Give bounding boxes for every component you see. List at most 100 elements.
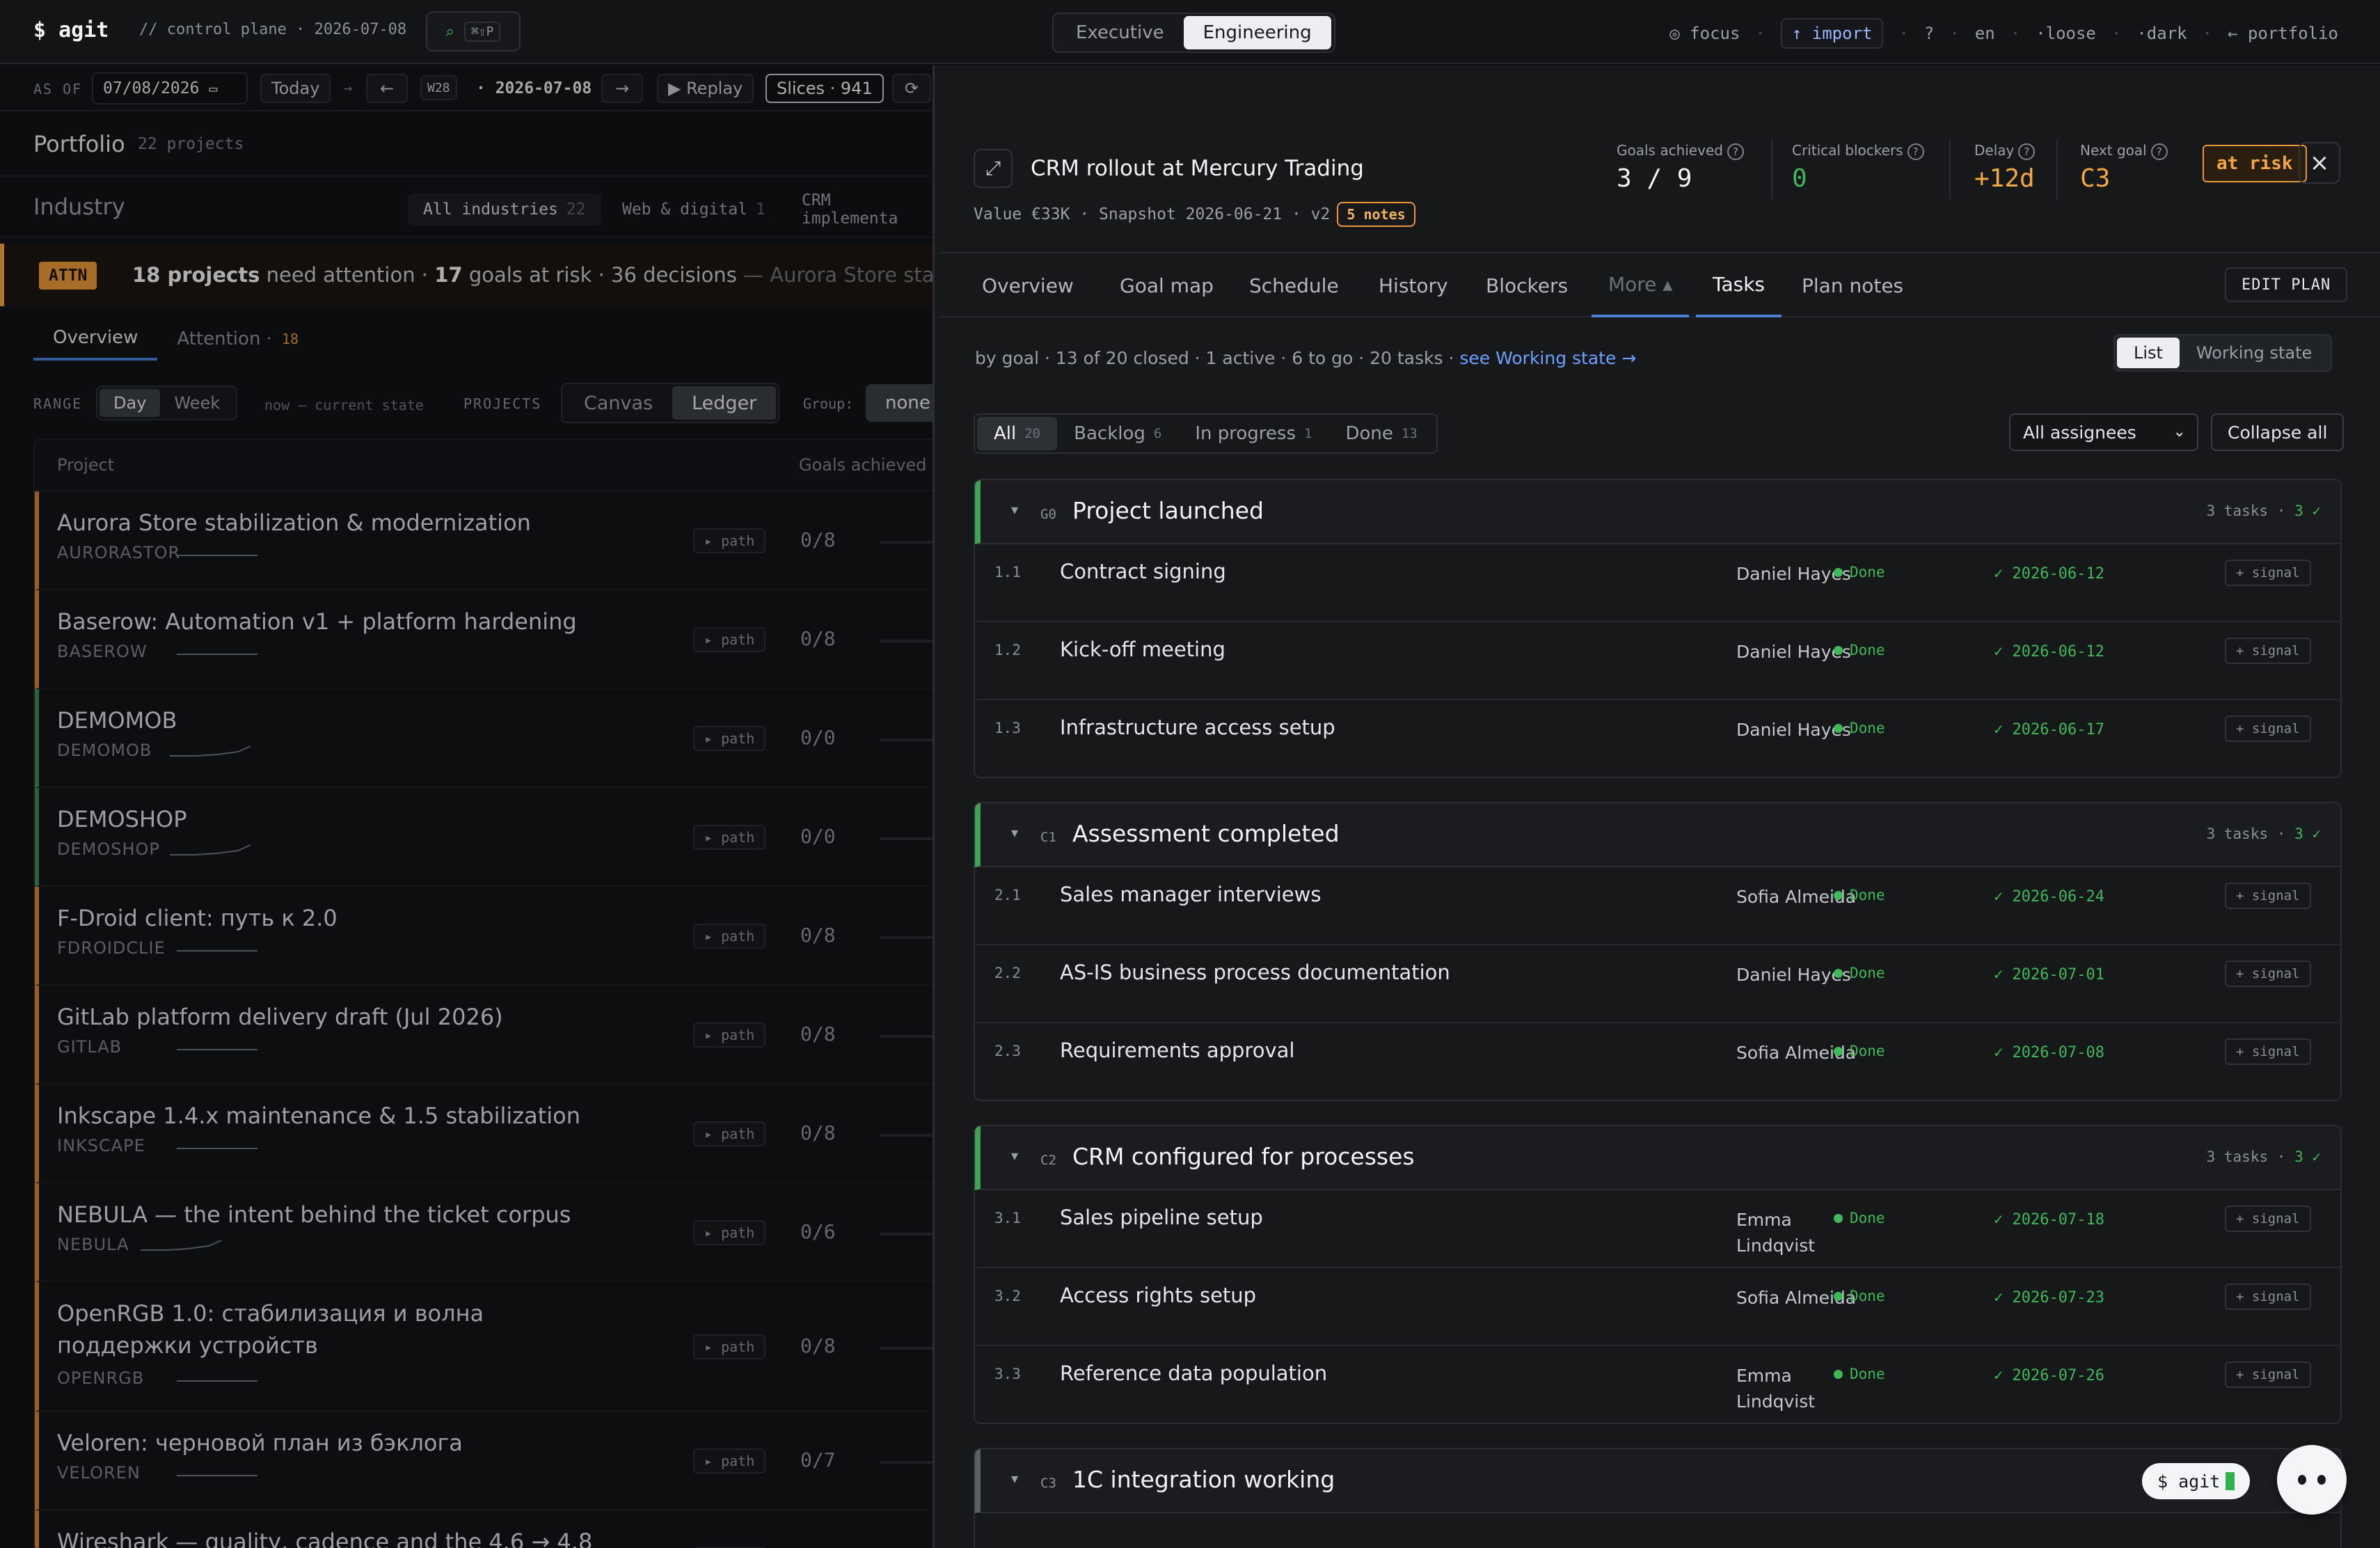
view-ledger[interactable]: Ledger bbox=[672, 386, 777, 420]
path-button[interactable]: ▸ path bbox=[693, 726, 766, 751]
tab-overview[interactable]: Overview bbox=[965, 253, 1090, 317]
goal-header[interactable]: ▾ G0 Project launched 3 tasks · 3 ✓ bbox=[975, 480, 2340, 544]
path-button[interactable]: ▸ path bbox=[693, 528, 766, 553]
language-toggle[interactable]: en bbox=[1975, 24, 1995, 43]
assistant-prompt[interactable]: $ agit bbox=[2142, 1463, 2251, 1499]
tab-goal-map[interactable]: Goal map bbox=[1103, 253, 1230, 317]
add-signal-button[interactable]: + signal bbox=[2225, 883, 2311, 909]
assignee-select[interactable]: All assignees ⌄ bbox=[2009, 413, 2198, 451]
goal-header[interactable]: ▾ C1 Assessment completed 3 tasks · 3 ✓ bbox=[975, 803, 2340, 867]
task-title[interactable]: Requirements approval bbox=[1060, 1038, 1294, 1062]
task-title[interactable]: Infrastructure access setup bbox=[1060, 716, 1335, 739]
path-button[interactable]: ▸ path bbox=[693, 924, 766, 949]
notes-badge[interactable]: 5 notes bbox=[1337, 202, 1415, 227]
task-row[interactable]: 3.1 Sales pipeline setup Emma Lindqvist Don… bbox=[975, 1190, 2340, 1268]
industry-chip-all[interactable]: All industries 22 bbox=[408, 194, 601, 226]
brand-logo[interactable]: $ agit bbox=[33, 18, 109, 42]
focus-toggle[interactable]: ◎ focus bbox=[1669, 24, 1740, 43]
path-button[interactable]: ▸ path bbox=[693, 1334, 766, 1359]
table-row[interactable]: DEMOSHOP DEMOSHOP ▸ path 0/0 bbox=[35, 788, 937, 887]
project-name[interactable]: OpenRGB 1.0: стабилизация и волна поддер… bbox=[57, 1297, 614, 1361]
density-toggle[interactable]: ·loose bbox=[2036, 24, 2096, 43]
path-button[interactable]: ▸ path bbox=[693, 1448, 766, 1474]
path-button[interactable]: ▸ path bbox=[693, 627, 766, 652]
task-row[interactable]: 2.1 Sales manager interviews Sofia Almeida… bbox=[975, 867, 2340, 945]
tab-more[interactable]: More ▴ bbox=[1592, 253, 1690, 317]
collapse-all-button[interactable]: Collapse all bbox=[2211, 413, 2345, 451]
task-title[interactable]: Reference data population bbox=[1060, 1361, 1327, 1385]
task-row[interactable]: 3.2 Access rights setup Sofia Almeida Done ✓… bbox=[975, 1268, 2340, 1346]
project-name[interactable]: Veloren: черновой план из бэклога bbox=[57, 1427, 614, 1459]
add-signal-button[interactable]: + signal bbox=[2225, 1206, 2311, 1232]
path-button[interactable]: ▸ path bbox=[693, 1220, 766, 1245]
tab-schedule[interactable]: Schedule bbox=[1232, 253, 1356, 317]
filter-done[interactable]: Done 13 bbox=[1328, 417, 1434, 450]
industry-chip-web[interactable]: Web & digital 1 bbox=[607, 194, 781, 226]
view-canvas[interactable]: Canvas bbox=[564, 386, 672, 420]
range-day[interactable]: Day bbox=[100, 389, 161, 417]
add-signal-button[interactable]: + signal bbox=[2225, 560, 2311, 586]
path-button[interactable]: ▸ path bbox=[693, 1121, 766, 1146]
task-row[interactable]: 1.1 Contract signing Daniel Hayes Done ✓ 202… bbox=[975, 544, 2340, 622]
project-name[interactable]: DEMOMOB bbox=[57, 704, 614, 736]
close-icon[interactable]: × bbox=[2299, 142, 2340, 184]
project-name[interactable]: DEMOSHOP bbox=[57, 803, 614, 835]
project-name[interactable]: NEBULA — the intent behind the ticket co… bbox=[57, 1199, 614, 1231]
filter-backlog[interactable]: Backlog 6 bbox=[1057, 417, 1178, 450]
attention-banner[interactable]: ATTN 18 projects need attention · 17 goa… bbox=[0, 244, 1001, 306]
task-title[interactable]: AS-IS business process documentation bbox=[1060, 961, 1450, 984]
chevron-down-icon[interactable]: ▾ bbox=[1011, 824, 1018, 841]
tab-tasks[interactable]: Tasks bbox=[1696, 253, 1782, 317]
chevron-down-icon[interactable]: ▾ bbox=[1011, 1470, 1018, 1487]
command-palette-button[interactable]: ⌕ ⌘⇧P bbox=[426, 11, 521, 52]
task-row[interactable]: 1.2 Kick-off meeting Daniel Hayes Done ✓ 202… bbox=[975, 622, 2340, 700]
range-week[interactable]: Week bbox=[160, 389, 234, 417]
table-row[interactable]: DEMOMOB DEMOMOB ▸ path 0/0 bbox=[35, 689, 937, 788]
industry-chip-crm[interactable]: CRM implementa bbox=[786, 191, 933, 228]
table-row[interactable]: F-Droid client: путь к 2.0 FDROIDCLIE ▸ pa… bbox=[35, 887, 937, 986]
tab-attention[interactable]: Attention · 18 bbox=[157, 317, 318, 361]
slices-button[interactable]: Slices · 941 bbox=[765, 74, 884, 103]
view-list[interactable]: List bbox=[2117, 338, 2180, 368]
import-button[interactable]: ↑ import bbox=[1780, 18, 1884, 49]
table-row[interactable]: NEBULA — the intent behind the ticket co… bbox=[35, 1183, 937, 1282]
table-row[interactable]: Wireshark — quality, cadence and the 4.6… bbox=[35, 1510, 937, 1548]
refresh-icon[interactable]: ⟳ bbox=[892, 74, 931, 103]
task-title[interactable]: Sales manager interviews bbox=[1060, 883, 1321, 906]
task-row[interactable]: 2.2 AS-IS business process documentation D… bbox=[975, 945, 2340, 1023]
chevron-down-icon[interactable]: ▾ bbox=[1011, 1147, 1018, 1164]
task-title[interactable]: Access rights setup bbox=[1060, 1284, 1256, 1307]
tab-history[interactable]: History bbox=[1362, 253, 1465, 317]
task-title[interactable]: Contract signing bbox=[1060, 560, 1226, 583]
table-row[interactable]: OpenRGB 1.0: стабилизация и волна поддер… bbox=[35, 1282, 937, 1412]
working-state-link[interactable]: see Working state → bbox=[1459, 348, 1636, 368]
edit-plan-button[interactable]: EDIT PLAN bbox=[2225, 267, 2348, 302]
next-week-button[interactable]: → bbox=[601, 74, 643, 103]
project-name[interactable]: F-Droid client: путь к 2.0 bbox=[57, 902, 614, 934]
mode-engineering[interactable]: Engineering bbox=[1183, 16, 1331, 49]
add-signal-button[interactable]: + signal bbox=[2225, 716, 2311, 742]
portfolio-link[interactable]: ← portfolio bbox=[2228, 24, 2338, 43]
tab-blockers[interactable]: Blockers bbox=[1469, 253, 1585, 317]
add-signal-button[interactable]: + signal bbox=[2225, 1038, 2311, 1065]
filter-all[interactable]: All 20 bbox=[977, 417, 1058, 450]
view-working-state[interactable]: Working state bbox=[2180, 338, 2329, 368]
project-name[interactable]: Inkscape 1.4.x maintenance & 1.5 stabili… bbox=[57, 1100, 614, 1132]
goal-header[interactable]: ▾ C3 1C integration working bbox=[975, 1449, 2340, 1513]
table-row[interactable]: GitLab platform delivery draft (Jul 2026… bbox=[35, 986, 937, 1084]
task-title[interactable]: Kick-off meeting bbox=[1060, 638, 1225, 661]
task-row[interactable]: 1.3 Infrastructure access setup Daniel Hay… bbox=[975, 700, 2340, 777]
table-row[interactable]: Inkscape 1.4.x maintenance & 1.5 stabili… bbox=[35, 1084, 937, 1183]
tab-plan-notes[interactable]: Plan notes bbox=[1785, 253, 1920, 317]
today-button[interactable]: Today bbox=[260, 74, 331, 103]
bot-icon[interactable] bbox=[2277, 1445, 2347, 1515]
path-button[interactable]: ▸ path bbox=[693, 825, 766, 850]
project-name[interactable]: GitLab platform delivery draft (Jul 2026… bbox=[57, 1001, 614, 1033]
add-signal-button[interactable]: + signal bbox=[2225, 1284, 2311, 1310]
tab-overview[interactable]: Overview bbox=[33, 317, 158, 361]
mode-executive[interactable]: Executive bbox=[1056, 16, 1184, 49]
task-row[interactable]: 2.3 Requirements approval Sofia Almeida Don… bbox=[975, 1023, 2340, 1100]
expand-icon[interactable]: ⤢ bbox=[974, 149, 1013, 188]
chevron-down-icon[interactable]: ▾ bbox=[1011, 501, 1018, 518]
project-name[interactable]: Baserow: Automation v1 + platform harden… bbox=[57, 606, 614, 638]
